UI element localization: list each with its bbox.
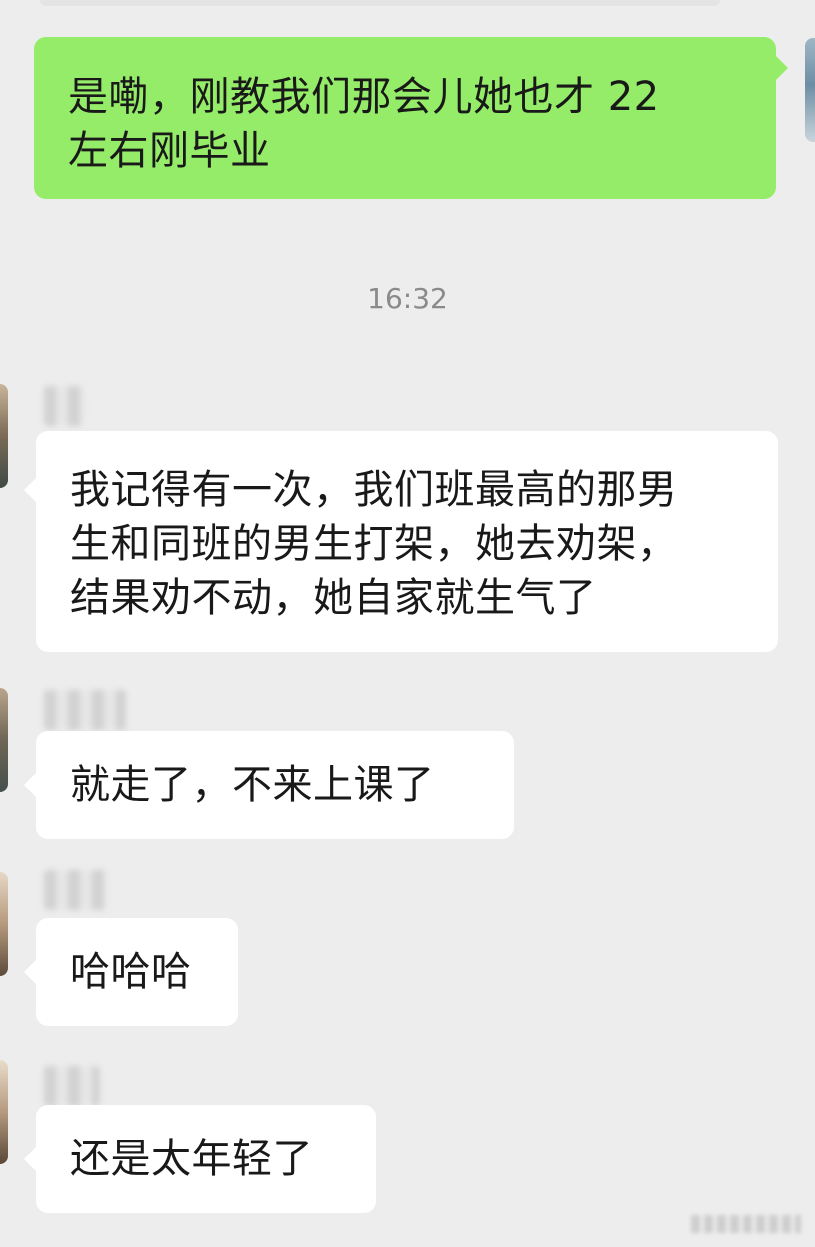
- message-text: 就走了，不来上课了: [70, 762, 435, 808]
- contact-avatar[interactable]: [0, 688, 8, 792]
- bubble-tail: [24, 960, 36, 984]
- bubble-tail: [24, 478, 36, 502]
- sender-name-blurred: [44, 386, 84, 426]
- chat-timestamp: 16:32: [367, 282, 448, 315]
- self-avatar[interactable]: [805, 38, 815, 142]
- message-bubble-other[interactable]: 就走了，不来上课了: [36, 731, 514, 839]
- previous-message-edge: [40, 0, 720, 6]
- message-text: 是嘞，刚教我们那会儿她也才 22 左右刚毕业: [68, 74, 660, 174]
- sender-name-blurred: [44, 870, 106, 910]
- message-bubble-other[interactable]: 还是太年轻了: [36, 1105, 376, 1213]
- bubble-tail: [24, 1147, 36, 1171]
- sender-name-blurred: [44, 690, 126, 730]
- bubble-tail: [24, 773, 36, 797]
- contact-avatar[interactable]: [0, 1060, 8, 1164]
- message-text: 我记得有一次，我们班最高的那男 生和同班的男生打架，她去劝架， 结果劝不动，她自家就…: [70, 467, 678, 621]
- sender-name-blurred: [44, 1066, 100, 1106]
- message-bubble-other[interactable]: 哈哈哈: [36, 918, 238, 1026]
- message-text: 还是太年轻了: [70, 1136, 313, 1182]
- contact-avatar[interactable]: [0, 384, 8, 488]
- contact-avatar[interactable]: [0, 872, 8, 976]
- message-bubble-other[interactable]: 我记得有一次，我们班最高的那男 生和同班的男生打架，她去劝架， 结果劝不动，她自家就…: [36, 431, 778, 652]
- bubble-tail: [776, 56, 788, 80]
- message-bubble-self[interactable]: 是嘞，刚教我们那会儿她也才 22 左右刚毕业: [34, 37, 776, 199]
- watermark: [691, 1215, 801, 1233]
- message-text: 哈哈哈: [70, 949, 192, 995]
